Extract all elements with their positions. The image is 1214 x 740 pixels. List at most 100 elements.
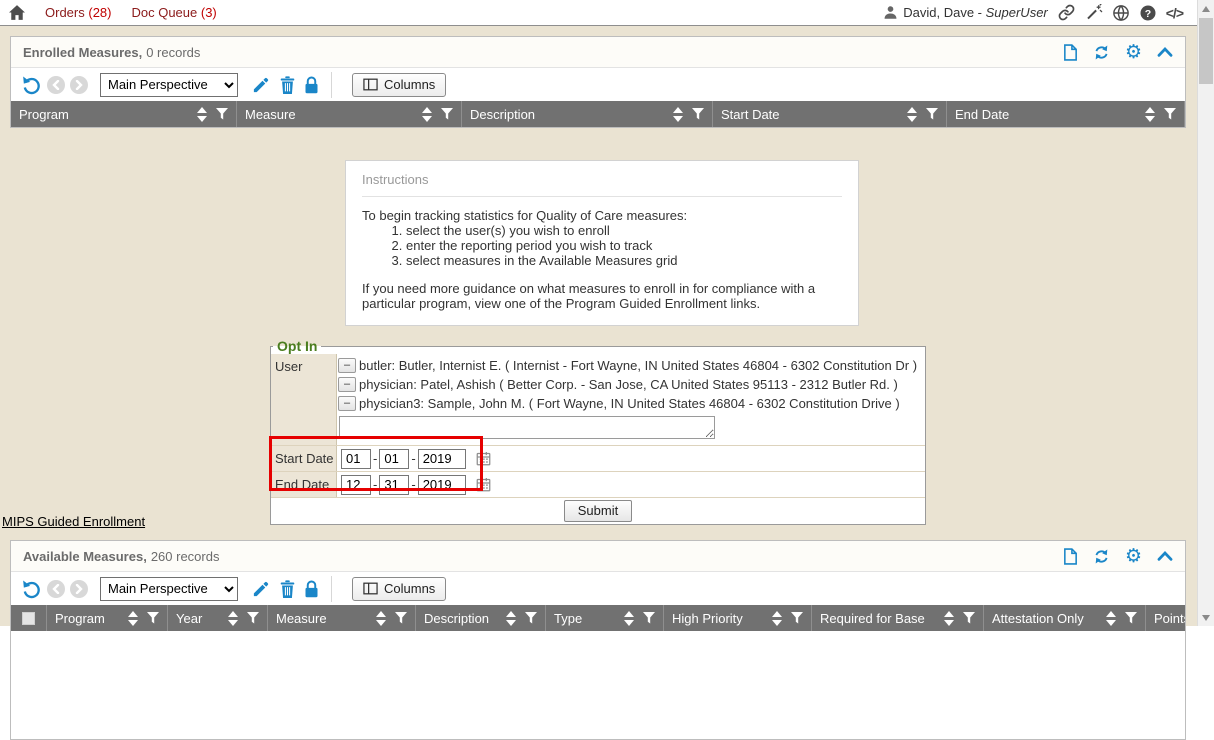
sort-icon[interactable] [944,611,954,626]
user-menu[interactable]: David, Dave - SuperUser [883,5,1048,20]
end-date-month-input[interactable] [341,475,371,495]
column-header-program[interactable]: Program [11,101,237,127]
refresh-icon[interactable] [1093,548,1110,565]
sort-icon[interactable] [422,107,432,122]
link-icon[interactable] [1057,4,1076,21]
sort-icon[interactable] [1106,611,1116,626]
submit-button[interactable]: Submit [564,500,632,522]
instructions-intro: To begin tracking statistics for Quality… [362,208,842,223]
user-search-input[interactable] [339,416,715,439]
sort-icon[interactable] [1145,107,1155,122]
sort-icon[interactable] [772,611,782,626]
home-button[interactable] [9,5,25,20]
column-header-attestation-only[interactable]: Attestation Only [984,605,1146,631]
filter-icon[interactable] [1164,108,1176,120]
lock-icon[interactable] [304,580,319,598]
perspective-select[interactable]: Main Perspective [100,73,238,97]
column-header-description[interactable]: Description [462,101,713,127]
filter-icon[interactable] [1125,612,1137,624]
column-header-measure[interactable]: Measure [268,605,416,631]
filter-icon[interactable] [147,612,159,624]
filter-icon[interactable] [395,612,407,624]
wand-icon[interactable] [1085,4,1103,21]
instruction-step: enter the reporting period you wish to t… [406,238,842,253]
remove-user-button[interactable]: – [338,377,356,392]
undo-icon[interactable] [21,75,42,95]
delete-perspective-icon[interactable] [280,76,295,94]
scroll-down-button[interactable] [1198,609,1214,626]
vertical-scrollbar[interactable] [1197,0,1214,626]
collapse-icon[interactable] [1157,550,1173,562]
filter-icon[interactable] [692,108,704,120]
filter-icon[interactable] [441,108,453,120]
filter-icon[interactable] [926,108,938,120]
available-toolbar: Main Perspective Columns [11,572,1185,605]
prev-perspective-icon[interactable] [47,76,65,94]
undo-icon[interactable] [21,579,42,599]
new-document-icon[interactable] [1063,44,1078,61]
perspective-select[interactable]: Main Perspective [100,577,238,601]
sort-icon[interactable] [506,611,516,626]
gear-icon[interactable]: ⚙ [1125,548,1142,565]
enrolled-panel-title: Enrolled Measures, [23,45,142,60]
calendar-icon[interactable] [476,451,491,466]
column-header-measure[interactable]: Measure [237,101,462,127]
filter-icon[interactable] [791,612,803,624]
column-label: Measure [276,611,370,626]
end-date-day-input[interactable] [379,475,409,495]
mips-guided-enrollment-link[interactable]: MIPS Guided Enrollment [2,514,145,529]
prev-perspective-icon[interactable] [47,580,65,598]
sort-icon[interactable] [907,107,917,122]
filter-icon[interactable] [525,612,537,624]
column-header-points[interactable]: Points [1146,605,1185,631]
filter-icon[interactable] [643,612,655,624]
sort-icon[interactable] [128,611,138,626]
column-header-year[interactable]: Year [168,605,268,631]
calendar-icon[interactable] [476,477,491,492]
sort-icon[interactable] [228,611,238,626]
sort-icon[interactable] [197,107,207,122]
columns-button[interactable]: Columns [352,73,446,97]
next-perspective-icon[interactable] [70,76,88,94]
columns-button[interactable]: Columns [352,577,446,601]
gear-icon[interactable]: ⚙ [1125,44,1142,61]
sort-icon[interactable] [376,611,386,626]
sort-icon[interactable] [673,107,683,122]
filter-icon[interactable] [247,612,259,624]
nav-orders[interactable]: Orders (28) [45,5,111,20]
code-icon[interactable]: </> [1166,5,1183,21]
select-all-checkbox[interactable] [22,612,35,625]
refresh-icon[interactable] [1093,44,1110,61]
column-header-description[interactable]: Description [416,605,546,631]
filter-icon[interactable] [216,108,228,120]
column-header-start-date[interactable]: Start Date [713,101,947,127]
nav-doc-queue[interactable]: Doc Queue (3) [131,5,216,20]
column-header-required-for-base[interactable]: Required for Base [812,605,984,631]
globe-icon[interactable] [1112,4,1130,22]
column-header-end-date[interactable]: End Date [947,101,1185,127]
scroll-up-button[interactable] [1198,0,1214,17]
new-document-icon[interactable] [1063,548,1078,565]
delete-perspective-icon[interactable] [280,580,295,598]
start-date-year-input[interactable] [418,449,466,469]
collapse-icon[interactable] [1157,46,1173,58]
filter-icon[interactable] [963,612,975,624]
start-date-day-input[interactable] [379,449,409,469]
scrollbar-thumb[interactable] [1199,18,1213,84]
lock-icon[interactable] [304,76,319,94]
enrolled-grid-header: Program Measure Description Start Date E… [11,101,1185,127]
column-header-type[interactable]: Type [546,605,664,631]
edit-perspective-icon[interactable] [252,580,270,598]
edit-perspective-icon[interactable] [252,76,270,94]
start-date-month-input[interactable] [341,449,371,469]
sort-icon[interactable] [624,611,634,626]
remove-user-button[interactable]: – [338,396,356,411]
remove-user-button[interactable]: – [338,358,356,373]
column-header-program[interactable]: Program [47,605,168,631]
available-panel-actions: ⚙ [1063,548,1173,565]
column-label: Description [470,107,667,122]
help-icon[interactable]: ? [1139,4,1157,22]
end-date-year-input[interactable] [418,475,466,495]
next-perspective-icon[interactable] [70,580,88,598]
column-header-high-priority[interactable]: High Priority [664,605,812,631]
